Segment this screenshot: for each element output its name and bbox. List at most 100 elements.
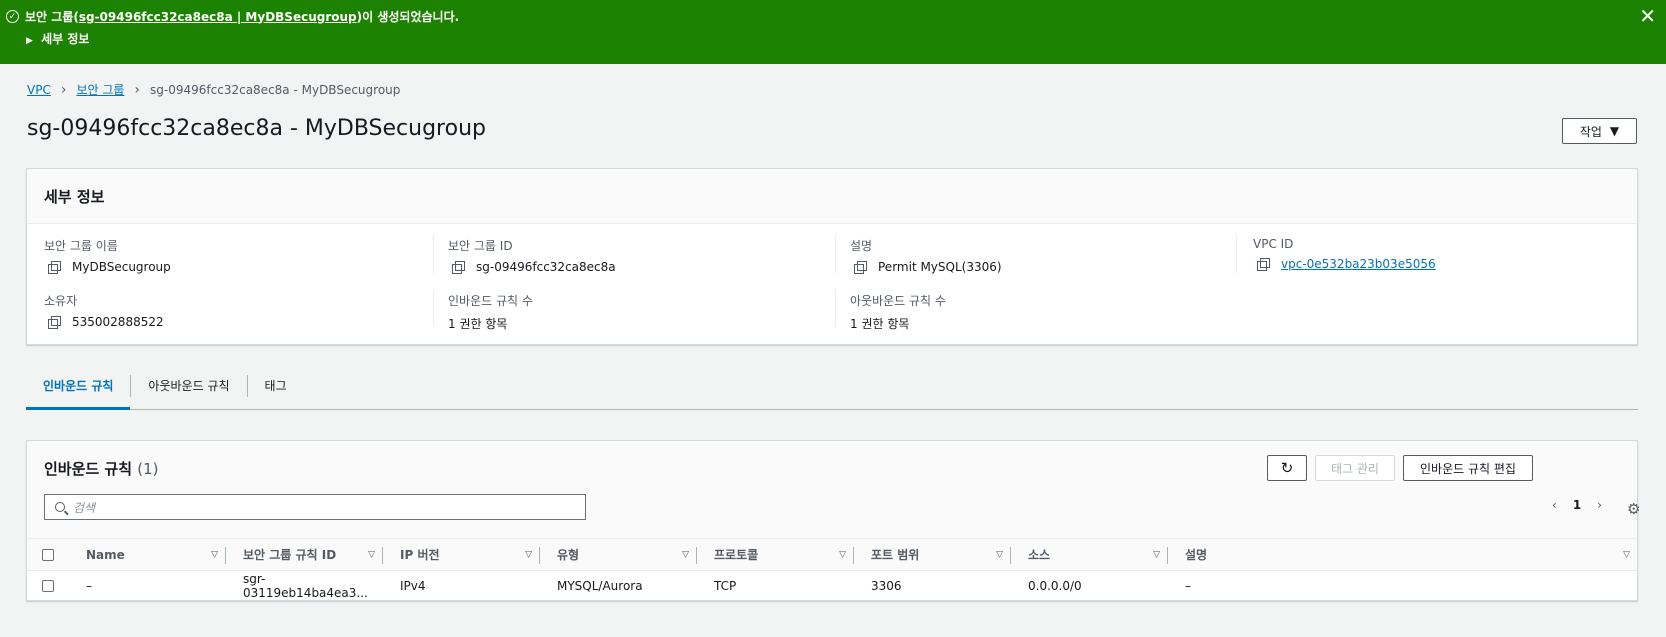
sort-icon: ▽ — [368, 549, 375, 560]
column-header-protocol[interactable]: 프로토콜 ▽ — [697, 539, 854, 570]
copy-icon[interactable] — [452, 261, 465, 274]
column-header-name[interactable]: Name ▽ — [69, 539, 226, 570]
vpc-id-link[interactable]: vpc-0e532ba23b03e5056 — [1281, 257, 1436, 271]
chevron-right-icon: › — [60, 81, 67, 98]
column-divider — [1236, 235, 1237, 273]
detail-description: 설명 Permit MySQL(3306) — [850, 237, 1002, 274]
copy-icon[interactable] — [854, 261, 867, 274]
column-divider — [433, 289, 434, 327]
breadcrumb-current: sg-09496fcc32ca8ec8a - MyDBSecugroup — [150, 82, 401, 97]
inbound-rules-title: 인바운드 규칙 (1) — [44, 458, 159, 479]
sort-icon: ▽ — [996, 549, 1003, 560]
tab-tags[interactable]: 태그 — [248, 365, 304, 409]
page-title: sg-09496fcc32ca8ec8a - MyDBSecugroup — [27, 116, 486, 141]
chevron-right-icon[interactable]: › — [1597, 498, 1602, 512]
cell-protocol: TCP — [714, 579, 737, 593]
column-header-port-range[interactable]: 포트 범위 ▽ — [854, 539, 1011, 570]
search-icon — [55, 502, 65, 512]
column-divider — [835, 289, 836, 327]
sort-icon: ▽ — [525, 549, 532, 560]
detail-label: 보안 그룹 ID — [448, 239, 513, 253]
sort-icon: ▽ — [1153, 549, 1160, 560]
breadcrumb-security-groups[interactable]: 보안 그룹 — [76, 81, 124, 98]
detail-value: Permit MySQL(3306) — [878, 260, 1002, 274]
copy-icon[interactable] — [48, 261, 61, 274]
column-header-type[interactable]: 유형 ▽ — [540, 539, 697, 570]
detail-label: 아웃바운드 규칙 수 — [850, 294, 946, 308]
details-header: 세부 정보 — [27, 169, 1637, 224]
sort-icon: ▽ — [1623, 549, 1630, 560]
row-checkbox[interactable] — [42, 580, 54, 592]
detail-label: 보안 그룹 이름 — [44, 239, 118, 253]
refresh-button[interactable]: ↻ — [1267, 455, 1307, 481]
cell-port-range: 3306 — [871, 579, 902, 593]
edit-inbound-rules-button[interactable]: 인바운드 규칙 편집 — [1403, 455, 1533, 481]
details-panel: 세부 정보 보안 그룹 이름 MyDBSecugroup 보안 그룹 ID sg… — [26, 168, 1638, 345]
search-input[interactable]: 검색 — [44, 494, 586, 520]
refresh-icon: ↻ — [1280, 459, 1294, 477]
caret-right-icon: ▶ — [26, 36, 33, 46]
detail-sg-id: 보안 그룹 ID sg-09496fcc32ca8ec8a — [448, 237, 616, 274]
column-divider — [835, 235, 836, 273]
detail-inbound-count: 인바운드 규칙 수 1 권한 항목 — [448, 292, 533, 332]
flash-prefix: 보안 그룹( — [25, 10, 79, 24]
cell-rule-id: sgr-03119eb14ba4ea3... — [243, 572, 368, 600]
flash-security-group-link[interactable]: sg-09496fcc32ca8ec8a | MyDBSecugroup — [79, 10, 357, 24]
inbound-rules-panel: 인바운드 규칙 (1) ↻ 태그 관리 인바운드 규칙 편집 검색 ‹ 1 › … — [26, 440, 1640, 601]
inbound-rules-count: (1) — [137, 460, 159, 478]
tab-outbound-rules[interactable]: 아웃바운드 규칙 — [131, 365, 246, 409]
gear-icon[interactable]: ⚙ — [1627, 500, 1640, 518]
flash-message: ✓ 보안 그룹( sg-09496fcc32ca8ec8a | MyDBSecu… — [6, 8, 459, 25]
detail-value: 1 권한 항목 — [850, 317, 910, 331]
breadcrumb: VPC › 보안 그룹 › sg-09496fcc32ca8ec8a - MyD… — [27, 81, 400, 98]
column-divider — [433, 235, 434, 273]
column-header-description[interactable]: 설명 ▽ — [1168, 539, 1638, 570]
detail-label: 인바운드 규칙 수 — [448, 294, 533, 308]
tab-inbound-rules[interactable]: 인바운드 규칙 — [26, 365, 131, 410]
actions-label: 작업 — [1579, 124, 1602, 139]
cell-type: MYSQL/Aurora — [557, 579, 643, 593]
detail-value: 535002888522 — [72, 315, 164, 329]
select-all-checkbox-cell — [27, 539, 69, 570]
detail-owner: 소유자 535002888522 — [44, 292, 164, 329]
copy-icon[interactable] — [48, 316, 61, 329]
manage-tags-button[interactable]: 태그 관리 — [1315, 455, 1395, 481]
breadcrumb-vpc[interactable]: VPC — [27, 83, 51, 97]
pagination: ‹ 1 › — [1552, 498, 1602, 512]
row-checkbox-cell — [27, 571, 69, 601]
detail-value: MyDBSecugroup — [72, 260, 171, 274]
flash-details-toggle[interactable]: ▶ 세부 정보 — [26, 30, 89, 47]
detail-label: 소유자 — [44, 294, 78, 308]
column-header-source[interactable]: 소스 ▽ — [1011, 539, 1168, 570]
cell-description: – — [1185, 579, 1191, 593]
select-all-checkbox[interactable] — [42, 548, 54, 561]
table-row[interactable]: – sgr-03119eb14ba4ea3... IPv4 MYSQL/Auro… — [27, 571, 1637, 601]
chevron-right-icon: › — [134, 81, 141, 98]
column-header-rule-id[interactable]: 보안 그룹 규칙 ID ▽ — [226, 539, 383, 570]
inbound-rules-title-text: 인바운드 규칙 — [44, 460, 133, 478]
sort-icon: ▽ — [211, 549, 218, 560]
check-circle-icon: ✓ — [6, 10, 19, 23]
copy-icon[interactable] — [1257, 258, 1270, 271]
table-header: Name ▽ 보안 그룹 규칙 ID ▽ IP 버전 ▽ 유형 ▽ 프로토콜 ▽ 포트 범… — [27, 538, 1637, 571]
column-header-ip-version[interactable]: IP 버전 ▽ — [383, 539, 540, 570]
cell-source: 0.0.0.0/0 — [1028, 579, 1082, 593]
page-number[interactable]: 1 — [1573, 498, 1581, 512]
tab-bar: 인바운드 규칙 아웃바운드 규칙 태그 — [26, 365, 1638, 410]
detail-vpc-id: VPC ID vpc-0e532ba23b03e5056 — [1253, 237, 1436, 271]
detail-value: 1 권한 항목 — [448, 317, 508, 331]
success-flash-banner: ✓ 보안 그룹( sg-09496fcc32ca8ec8a | MyDBSecu… — [0, 0, 1666, 64]
detail-outbound-count: 아웃바운드 규칙 수 1 권한 항목 — [850, 292, 946, 332]
sort-icon: ▽ — [682, 549, 689, 560]
actions-button[interactable]: 작업 ▼ — [1562, 118, 1637, 144]
detail-label: 설명 — [850, 239, 873, 253]
detail-value: sg-09496fcc32ca8ec8a — [476, 260, 616, 274]
chevron-left-icon[interactable]: ‹ — [1552, 498, 1557, 512]
caret-down-icon: ▼ — [1609, 124, 1620, 138]
cell-name: – — [86, 579, 92, 593]
sort-icon: ▽ — [839, 549, 846, 560]
cell-ip-version: IPv4 — [400, 579, 426, 593]
flash-suffix: )이 생성되었습니다. — [356, 10, 460, 24]
search-placeholder: 검색 — [73, 500, 96, 515]
close-icon[interactable]: ✕ — [1639, 4, 1656, 28]
